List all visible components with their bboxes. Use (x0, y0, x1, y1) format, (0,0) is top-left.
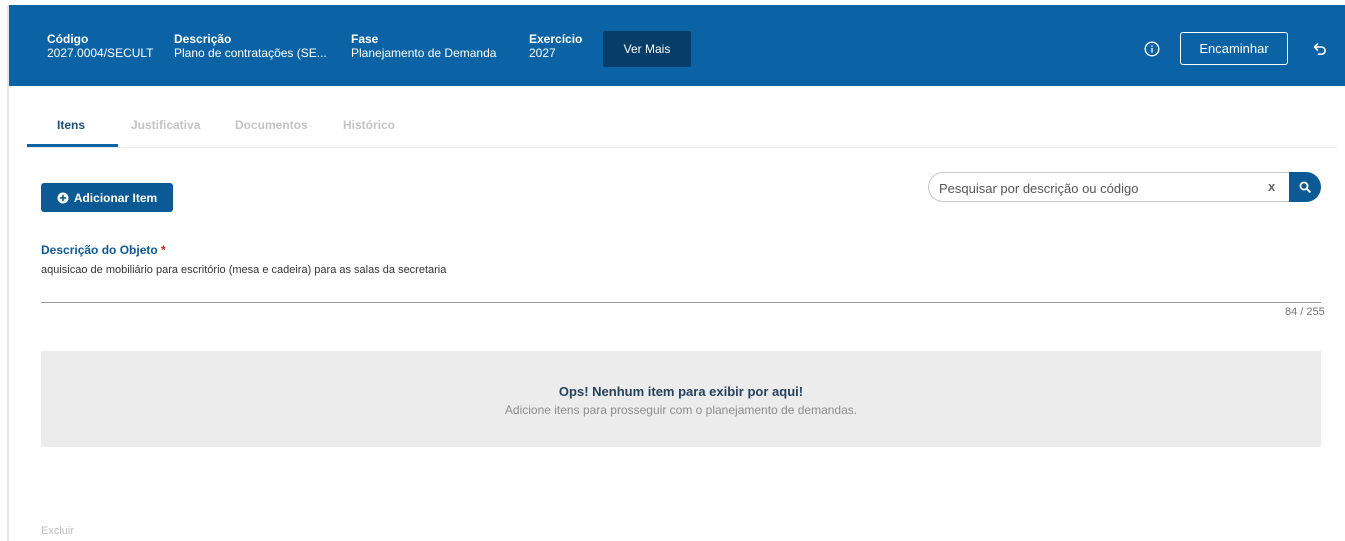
meta-codigo: Código 2027.0004/SECULT (47, 32, 154, 60)
tab-documentos[interactable]: Documentos (235, 118, 308, 132)
undo-arrow-icon[interactable] (1313, 42, 1327, 56)
empty-state: Ops! Nenhum item para exibir por aqui! A… (41, 351, 1321, 447)
objeto-underline (41, 302, 1321, 303)
add-item-label: Adicionar Item (73, 190, 158, 205)
info-circle-icon[interactable] (1144, 41, 1160, 57)
search-button[interactable] (1289, 172, 1321, 202)
encaminhar-button[interactable]: Encaminhar (1180, 32, 1288, 65)
meta-exercicio-value: 2027 (529, 46, 556, 60)
meta-descricao: Descrição Plano de contratações (SE... (174, 32, 327, 60)
tab-itens[interactable]: Itens (57, 118, 85, 132)
char-counter: 84 / 255 (1285, 306, 1325, 318)
empty-state-title: Ops! Nenhum item para exibir por aqui! (558, 384, 804, 399)
meta-descricao-value: Plano de contratações (SE... (174, 46, 327, 60)
meta-exercicio: Exercício 2027 (529, 32, 582, 60)
tab-historico[interactable]: Histórico (343, 118, 395, 132)
meta-exercicio-label: Exercício (529, 32, 583, 46)
clear-search-icon[interactable]: x (1268, 179, 1275, 194)
meta-fase-value: Planejamento de Demanda (351, 46, 497, 60)
meta-fase-label: Fase (351, 32, 379, 46)
objeto-textarea[interactable]: aquisicao de mobiliário para escritório … (41, 264, 446, 276)
required-mark: * (161, 243, 166, 257)
empty-state-text: Adicione itens para prosseguir com o pla… (504, 403, 858, 417)
search-box: x (928, 172, 1293, 202)
active-tab-indicator (27, 144, 118, 147)
meta-codigo-value: 2027.0004/SECULT (47, 46, 154, 60)
meta-codigo-label: Código (47, 32, 89, 46)
tab-bar: Itens Justificativa Documentos Histórico (27, 110, 1337, 148)
meta-fase: Fase Planejamento de Demanda (351, 32, 496, 60)
process-header: Código 2027.0004/SECULT Descrição Plano … (9, 5, 1345, 86)
objeto-label: Descrição do Objeto * (41, 243, 166, 257)
tab-justificativa[interactable]: Justificativa (131, 118, 200, 132)
ver-mais-button[interactable]: Ver Mais (603, 31, 691, 67)
plus-circle-icon (57, 192, 69, 203)
add-item-button[interactable]: Adicionar Item (41, 183, 173, 212)
excluir-button[interactable]: Excluir (41, 525, 74, 537)
meta-descricao-label: Descrição (174, 32, 232, 46)
search-icon (1299, 181, 1311, 193)
objeto-label-text: Descrição do Objeto (41, 243, 158, 257)
search-input[interactable] (939, 177, 1259, 199)
